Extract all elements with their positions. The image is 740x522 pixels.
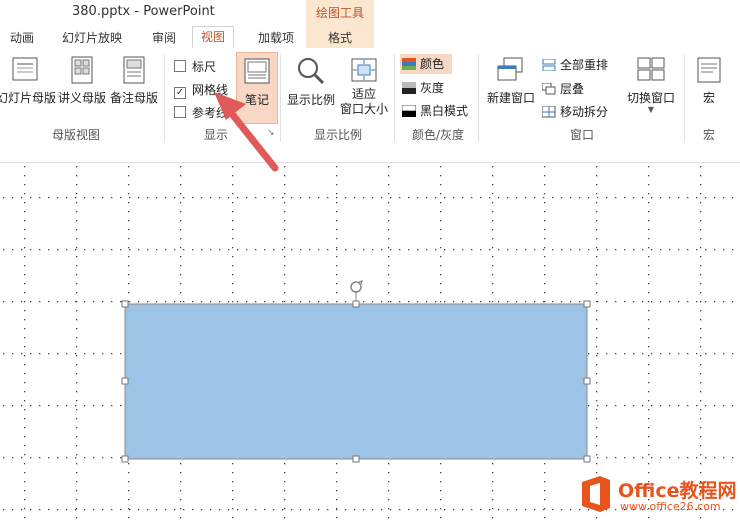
group-separator xyxy=(478,54,479,142)
notes-master-icon xyxy=(123,56,145,84)
resize-handle[interactable] xyxy=(583,300,591,308)
group-label-color: 颜色/灰度 xyxy=(412,128,465,142)
color-label: 颜色 xyxy=(420,57,445,71)
cascade-button[interactable]: 层叠 xyxy=(542,80,584,97)
group-label-show: 显示 xyxy=(204,128,229,142)
zoom-button[interactable]: 显示比例 xyxy=(284,56,338,108)
resize-handle[interactable] xyxy=(121,300,129,308)
fit-label-line2: 窗口大小 xyxy=(339,102,388,116)
guides-checkbox-box xyxy=(174,106,186,118)
black-white-label: 黑白模式 xyxy=(420,104,469,118)
ribbon: 幻灯片母版 讲义母版 备注母版 母版视图 标尺 ✓ 网格线 参考线 笔记 显示 ↘… xyxy=(0,48,740,147)
ruler-checkbox[interactable]: 标尺 xyxy=(174,58,216,75)
group-separator xyxy=(280,54,281,142)
notes-master-button[interactable]: 备注母版 xyxy=(108,56,160,106)
handout-master-button[interactable]: 讲义母版 xyxy=(56,56,108,106)
gridlines-label: 网格线 xyxy=(192,83,229,97)
resize-handle[interactable] xyxy=(121,377,129,385)
grayscale-label: 灰度 xyxy=(420,81,445,95)
window-title: 380.pptx - PowerPoint xyxy=(72,4,215,19)
fit-to-window-label: 适应 窗口大小 xyxy=(338,87,390,117)
zoom-label: 显示比例 xyxy=(286,93,335,107)
gridlines-checkbox[interactable]: ✓ 网格线 xyxy=(174,81,228,99)
tab-review[interactable]: 审阅 xyxy=(152,29,176,48)
cascade-icon xyxy=(542,83,556,95)
notes-button[interactable]: 笔记 xyxy=(236,52,278,124)
watermark-name: Office教程网 xyxy=(618,480,737,502)
group-separator xyxy=(394,54,395,142)
resize-handle[interactable] xyxy=(583,455,591,463)
move-split-icon xyxy=(542,106,556,118)
notes-master-label: 备注母版 xyxy=(109,91,158,105)
arrange-all-label: 全部重排 xyxy=(560,58,609,72)
handout-master-label: 讲义母版 xyxy=(57,91,106,105)
magnifier-icon xyxy=(298,58,325,85)
ruler-strip xyxy=(0,146,740,163)
rectangle-shape[interactable] xyxy=(121,280,591,463)
notes-label: 笔记 xyxy=(244,93,269,107)
tab-animations[interactable]: 动画 xyxy=(10,29,34,48)
move-split-button[interactable]: 移动拆分 xyxy=(542,103,608,120)
office-logo-icon xyxy=(582,476,610,512)
macros-button[interactable]: 宏 xyxy=(690,56,728,106)
cascade-label: 层叠 xyxy=(560,82,585,96)
group-label-master-views: 母版视图 xyxy=(52,128,101,142)
black-white-button[interactable]: 黑白模式 xyxy=(402,102,468,119)
arrange-all-button[interactable]: 全部重排 xyxy=(542,56,608,73)
switch-window-icon xyxy=(637,57,665,81)
fit-to-window-button[interactable]: 适应 窗口大小 xyxy=(338,56,390,117)
grayscale-button[interactable]: 灰度 xyxy=(402,79,444,96)
fit-label-line1: 适应 xyxy=(351,87,376,101)
resize-handle[interactable] xyxy=(121,455,129,463)
guides-checkbox[interactable]: 参考线 xyxy=(174,104,228,121)
color-button[interactable]: 颜色 xyxy=(400,54,452,74)
slide-master-label: 幻灯片母版 xyxy=(0,91,57,105)
ruler-label: 标尺 xyxy=(192,60,217,74)
new-window-icon xyxy=(497,57,523,81)
group-label-macros: 宏 xyxy=(703,128,716,142)
group-label-zoom: 显示比例 xyxy=(314,128,363,142)
resize-handle[interactable] xyxy=(352,455,360,463)
slide-master-icon xyxy=(12,57,38,81)
new-window-label: 新建窗口 xyxy=(486,91,535,105)
ruler-checkbox-box xyxy=(174,60,186,72)
macro-icon xyxy=(697,57,721,83)
arrange-all-icon xyxy=(542,59,556,71)
context-tab-title: 绘图工具 xyxy=(315,6,364,20)
black-white-swatch-icon xyxy=(402,105,416,117)
tab-slideshow[interactable]: 幻灯片放映 xyxy=(62,29,122,48)
rectangle-shape-body[interactable] xyxy=(124,303,588,460)
group-label-window: 窗口 xyxy=(570,128,595,142)
show-dialog-launcher-icon[interactable]: ↘ xyxy=(267,128,275,138)
watermark-url: www.office26.com xyxy=(620,500,721,513)
tab-view[interactable]: 视图 xyxy=(192,26,235,48)
watermark: Office教程网 www.office26.com xyxy=(576,470,740,516)
resize-handle[interactable] xyxy=(583,377,591,385)
macros-label: 宏 xyxy=(702,91,715,105)
move-split-label: 移动拆分 xyxy=(560,105,609,119)
switch-window-button[interactable]: 切换窗口 ▼ xyxy=(624,56,678,114)
color-swatch-icon xyxy=(402,58,416,70)
guides-label: 参考线 xyxy=(192,106,229,120)
tab-format[interactable]: 格式 xyxy=(328,29,352,48)
group-separator xyxy=(164,54,165,142)
new-window-button[interactable]: 新建窗口 xyxy=(484,56,538,106)
switch-window-label: 切换窗口 xyxy=(626,91,675,105)
gridlines-checkbox-checked: ✓ xyxy=(174,87,186,99)
slide-master-button[interactable]: 幻灯片母版 xyxy=(0,56,57,106)
chevron-down-icon: ▼ xyxy=(647,105,655,114)
slide-canvas[interactable] xyxy=(0,163,740,522)
group-separator xyxy=(684,54,685,142)
fit-window-icon xyxy=(351,58,377,82)
grayscale-swatch-icon xyxy=(402,82,416,94)
handout-master-icon xyxy=(71,56,93,84)
resize-handle[interactable] xyxy=(352,300,360,308)
tab-addins[interactable]: 加载项 xyxy=(258,29,294,48)
notes-icon xyxy=(244,58,270,84)
ribbon-tabs: 动画 幻灯片放映 审阅 视图 加载项 格式 xyxy=(0,26,740,49)
